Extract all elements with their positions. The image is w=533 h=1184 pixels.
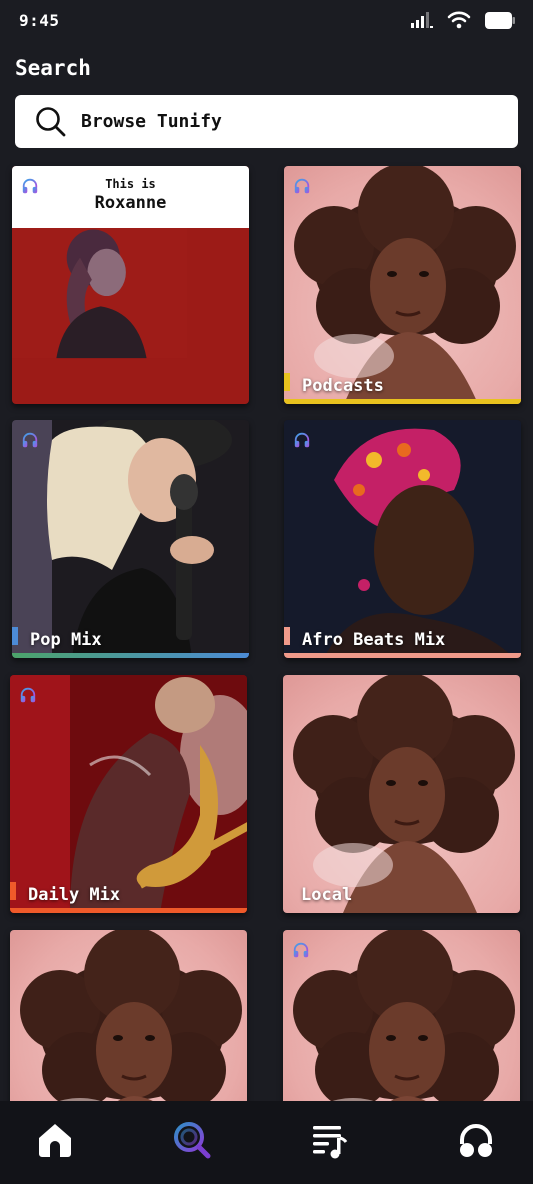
accent-bar — [10, 908, 247, 913]
playlist-icon — [313, 1126, 348, 1159]
home-icon — [39, 1124, 71, 1157]
headphones-icon — [460, 1124, 492, 1157]
accent-bar — [284, 653, 521, 658]
signal-icon — [411, 12, 433, 28]
cover-image — [284, 166, 521, 404]
search-icon — [174, 1122, 211, 1159]
label-accent — [284, 627, 290, 645]
nav-profile[interactable] — [455, 1119, 497, 1161]
cover-image — [12, 420, 249, 658]
category-card[interactable] — [10, 930, 247, 1110]
nav-library[interactable] — [308, 1119, 350, 1161]
headphones-icon — [292, 941, 310, 959]
headphones-icon — [21, 431, 39, 449]
card-artist-name: Roxanne — [94, 193, 167, 213]
headphones-icon — [293, 177, 311, 195]
card-label: Afro Beats Mix — [302, 630, 446, 650]
artist-image — [12, 228, 188, 359]
cover-image — [283, 930, 520, 1110]
status-bar: 9:45 — [0, 0, 533, 44]
card-label: Local — [301, 885, 353, 905]
nav-home[interactable] — [34, 1119, 76, 1161]
search-input[interactable] — [81, 111, 481, 132]
battery-icon — [485, 11, 515, 29]
category-card[interactable] — [283, 930, 520, 1110]
card-label: Daily Mix — [28, 885, 121, 905]
label-accent — [12, 627, 18, 645]
accent-bar — [284, 399, 521, 404]
bottom-navigation — [0, 1101, 533, 1184]
page-title: Search — [15, 56, 91, 80]
category-card-local[interactable]: Local — [283, 675, 520, 913]
cover-image — [10, 675, 247, 913]
card-label: Podcasts — [302, 376, 384, 396]
category-card-daily-mix[interactable]: Daily Mix — [10, 675, 247, 913]
wifi-icon — [447, 11, 471, 29]
label-accent — [284, 373, 290, 391]
status-time: 9:45 — [19, 11, 60, 30]
cover-image — [283, 675, 520, 913]
cover-image — [10, 930, 247, 1110]
category-card-podcasts[interactable]: Podcasts — [284, 166, 521, 404]
nav-search[interactable] — [171, 1119, 213, 1161]
search-icon — [35, 106, 67, 138]
category-card-afro-beats-mix[interactable]: Afro Beats Mix — [284, 420, 521, 658]
search-bar[interactable] — [15, 95, 518, 148]
playlist-card-this-is-roxanne[interactable]: This is Roxanne — [12, 166, 249, 404]
accent-bar — [12, 653, 249, 658]
card-label: Pop Mix — [30, 630, 102, 650]
status-icons — [411, 11, 515, 29]
label-accent — [10, 882, 16, 900]
card-this-is-label: This is — [105, 177, 156, 191]
headphones-icon — [19, 686, 37, 704]
cover-image — [284, 420, 521, 658]
headphones-icon — [293, 431, 311, 449]
category-card-pop-mix[interactable]: Pop Mix — [12, 420, 249, 658]
